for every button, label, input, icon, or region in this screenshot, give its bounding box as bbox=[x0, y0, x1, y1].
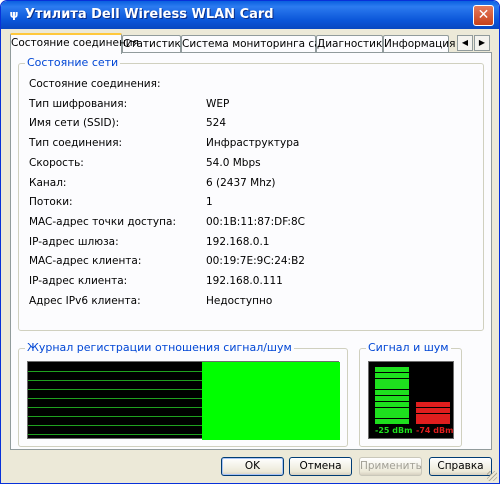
noise-bar-segment bbox=[416, 407, 450, 413]
close-button[interactable]: ✕ bbox=[473, 5, 494, 26]
status-row-label: Адрес IPv6 клиента: bbox=[29, 294, 141, 307]
main-window: ψ Утилита Dell Wireless WLAN Card ✕ Сост… bbox=[0, 0, 500, 484]
status-row-label: MAC-адрес клиента: bbox=[29, 255, 142, 268]
log-grid-line bbox=[28, 389, 202, 390]
signal-bar-segment bbox=[375, 367, 409, 372]
status-row-label: Состояние соединения: bbox=[29, 78, 161, 90]
status-row-value: Недоступно bbox=[206, 294, 273, 307]
network-status-legend: Состояние сети bbox=[25, 56, 121, 69]
status-row-label: MAC-адрес точки доступа: bbox=[29, 215, 176, 228]
noise-bar-segment bbox=[416, 402, 450, 407]
tab-site-monitor[interactable]: Система мониторинга сайта bbox=[181, 35, 340, 53]
status-row-value: Инфраструктура bbox=[206, 137, 300, 150]
status-row-label: Канал: bbox=[29, 176, 67, 189]
noise-bar-segment bbox=[416, 413, 450, 419]
wireless-app-icon: ψ bbox=[9, 8, 19, 21]
log-grid-line bbox=[28, 407, 202, 408]
title-bar[interactable]: ψ Утилита Dell Wireless WLAN Card ✕ bbox=[1, 1, 499, 29]
status-row-value: WEP bbox=[206, 97, 230, 110]
log-grid-line bbox=[28, 425, 202, 426]
status-row-value: 00:1B:11:87:DF:8C bbox=[206, 215, 305, 228]
status-row-value: 6 (2437 Mhz) bbox=[206, 176, 276, 189]
apply-button[interactable]: Применить bbox=[359, 457, 422, 476]
tab-information[interactable]: Информация bbox=[383, 35, 455, 53]
log-grid-line bbox=[28, 416, 202, 417]
status-row-value: 192.168.0.111 bbox=[206, 275, 283, 287]
log-grid-line bbox=[28, 380, 202, 381]
signal-bar-segment bbox=[375, 419, 409, 425]
tab-strip: Состояние соединения Статистика Система … bbox=[10, 33, 492, 54]
status-row-value: 1 bbox=[206, 196, 213, 209]
tab-panel: Состояние сети Состояние соединения: Тип … bbox=[10, 52, 492, 450]
snr-log-group: Журнал регистрации отношения сигнал/шум bbox=[18, 341, 348, 447]
signal-noise-legend: Сигнал и шум bbox=[366, 341, 451, 354]
snr-log-graph bbox=[27, 361, 340, 440]
status-row-label: IP-адрес шлюза: bbox=[29, 235, 119, 248]
tab-scroll-left-icon[interactable]: ◀ bbox=[457, 35, 473, 51]
cancel-button[interactable]: Отмена bbox=[289, 457, 352, 476]
log-signal-area bbox=[202, 362, 340, 440]
tab-connection-status[interactable]: Состояние соединения bbox=[10, 33, 139, 54]
signal-noise-group: Сигнал и шум -25 dBm -74 dBm bbox=[359, 341, 462, 447]
signal-bar-segment bbox=[375, 390, 409, 396]
status-row-value: 54.0 Mbps bbox=[206, 156, 261, 169]
status-row-label: Тип соединения: bbox=[29, 137, 123, 150]
status-row-value: 00:19:7E:9C:24:B2 bbox=[206, 255, 305, 268]
help-button[interactable]: Справка bbox=[429, 457, 492, 476]
log-grid-line bbox=[28, 398, 202, 399]
resize-grip-icon[interactable] bbox=[487, 471, 497, 481]
signal-noise-meter: -25 dBm -74 dBm bbox=[368, 361, 454, 439]
tab-diagnostics[interactable]: Диагностика bbox=[316, 35, 389, 53]
signal-bar-segment bbox=[375, 378, 409, 384]
log-grid-line bbox=[28, 434, 202, 435]
status-row-value: 524 bbox=[206, 117, 227, 130]
signal-dbm-label: -25 dBm bbox=[375, 426, 413, 435]
network-status-group: Состояние сети Состояние соединения: Тип … bbox=[18, 56, 484, 331]
noise-bar-segment bbox=[416, 419, 450, 425]
status-row-label: Тип шифрования: bbox=[29, 97, 128, 110]
status-row-label: Имя сети (SSID): bbox=[29, 117, 120, 130]
signal-bar-segment bbox=[375, 396, 409, 401]
log-grid-line bbox=[28, 371, 202, 372]
ok-button[interactable]: OK bbox=[221, 457, 284, 476]
status-row-label: Скорость: bbox=[29, 156, 84, 169]
signal-bar-segment bbox=[375, 401, 409, 407]
signal-bar-segment bbox=[375, 413, 409, 419]
status-row-label: Потоки: bbox=[29, 196, 73, 209]
signal-bar-segment bbox=[375, 407, 409, 413]
signal-bar-segment bbox=[375, 384, 409, 390]
status-row-label: IP-адрес клиента: bbox=[29, 275, 128, 287]
snr-log-legend: Журнал регистрации отношения сигнал/шум bbox=[25, 341, 294, 354]
window-title: Утилита Dell Wireless WLAN Card bbox=[25, 7, 274, 22]
tab-scroll-right-icon[interactable]: ▶ bbox=[474, 35, 490, 51]
signal-bar-segment bbox=[375, 372, 409, 378]
noise-dbm-label: -74 dBm bbox=[416, 426, 454, 435]
status-row-value: 192.168.0.1 bbox=[206, 235, 270, 248]
